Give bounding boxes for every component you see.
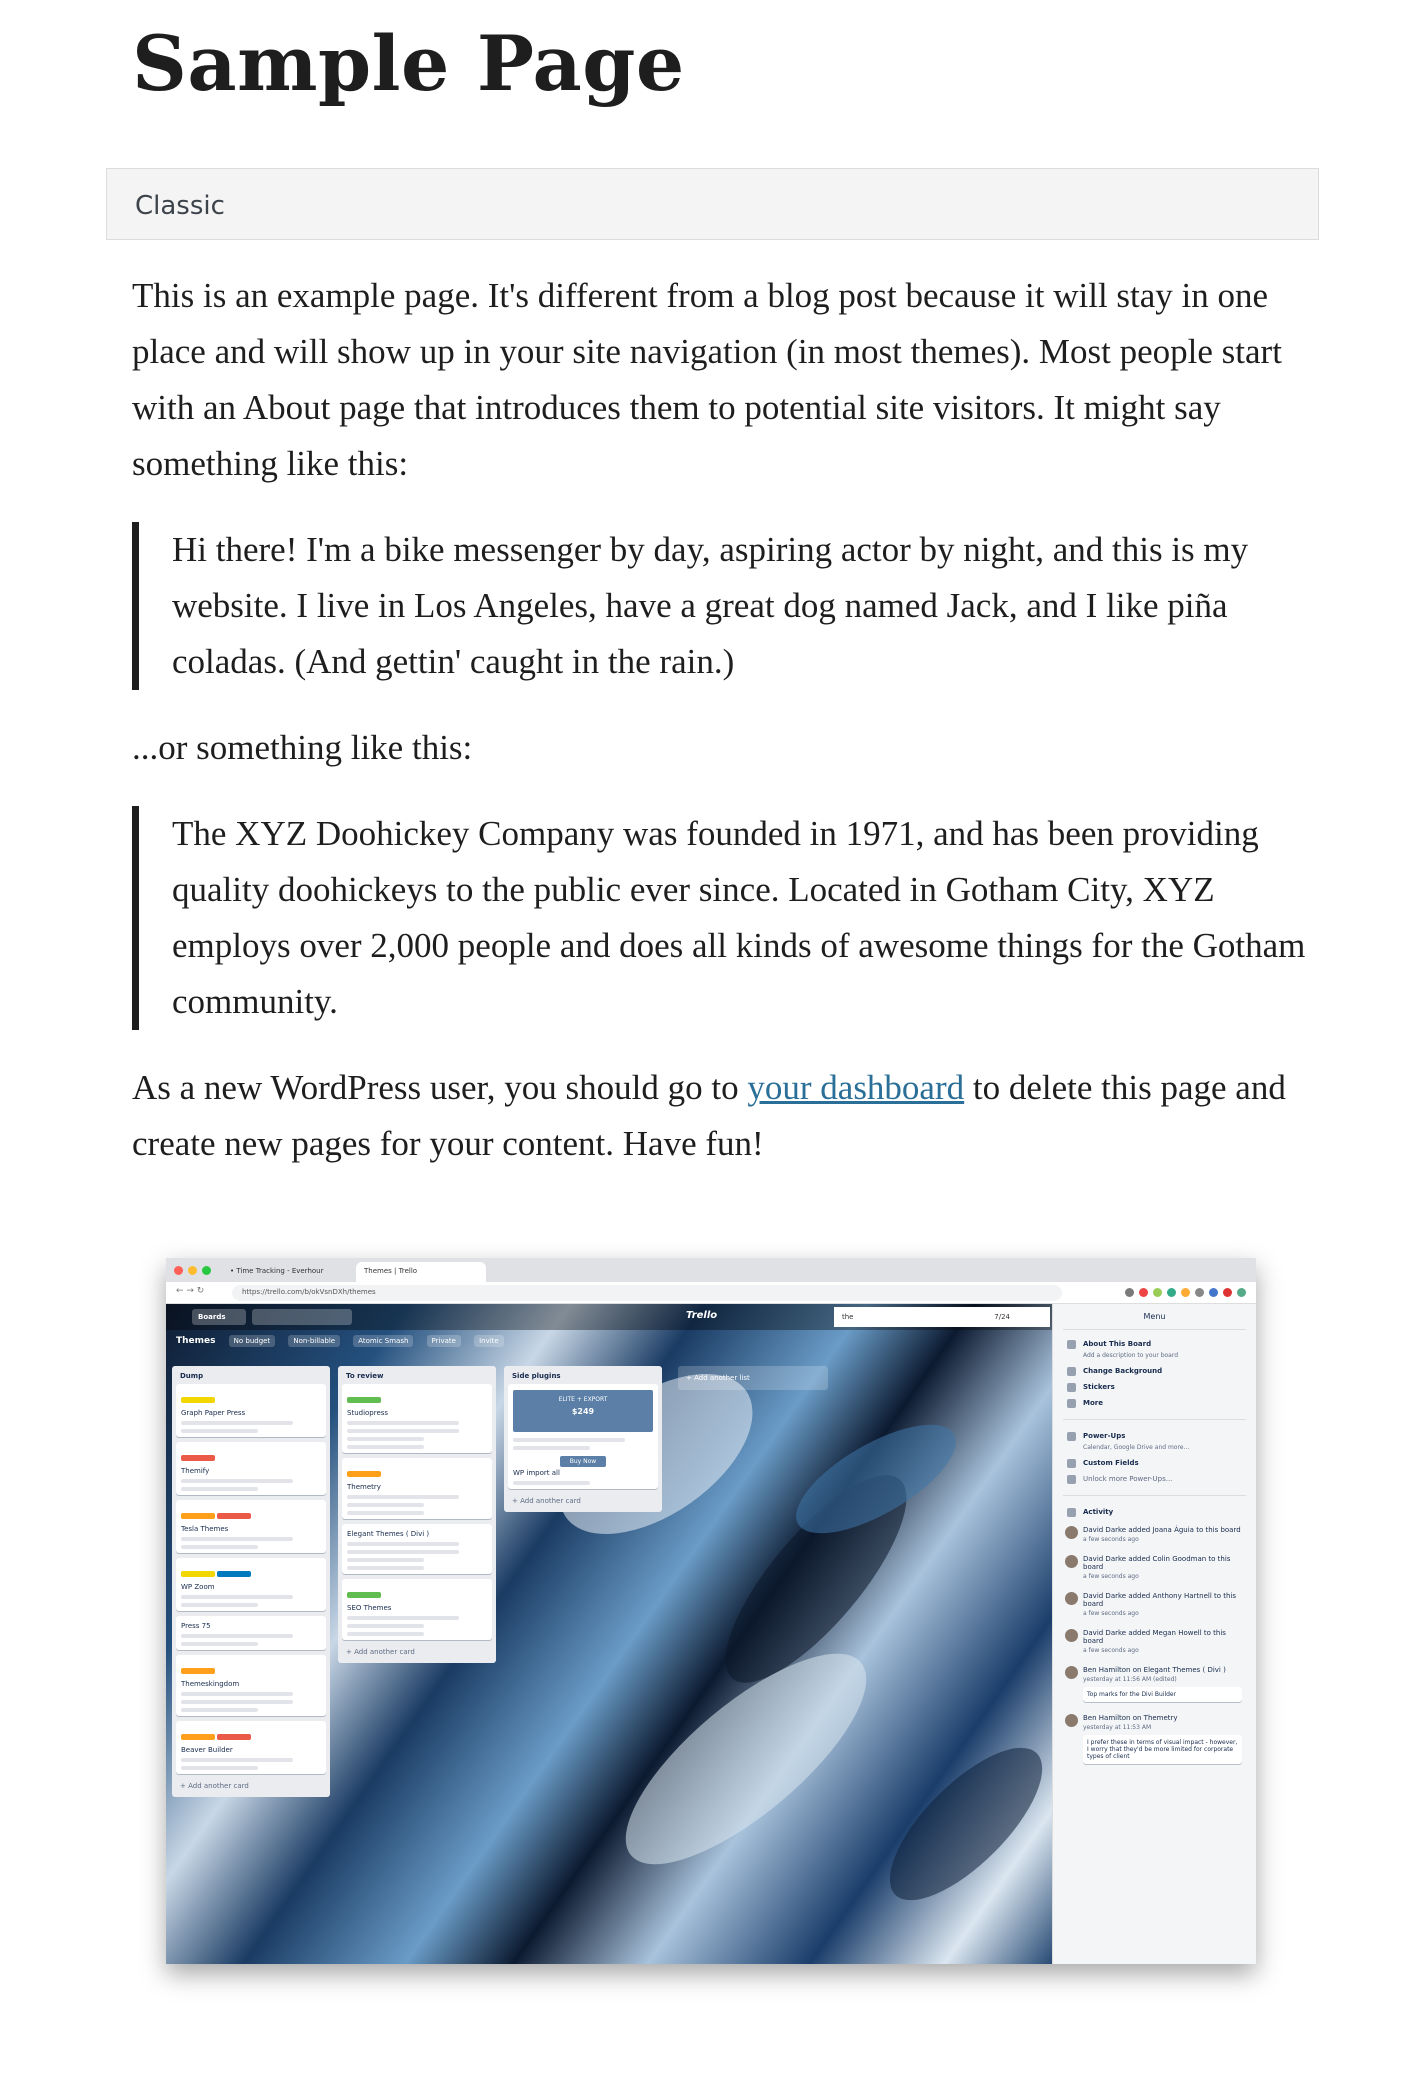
activity-item: David Darke added Anthony Hartnell to th… (1053, 1586, 1256, 1623)
list-card: Themify (176, 1442, 326, 1495)
list-to-review: To review Studiopress Themetry Elegant T… (338, 1366, 496, 1663)
badge-invite: Invite (474, 1335, 504, 1347)
activity-heading: Activity (1053, 1504, 1256, 1520)
menu-item-more: More (1053, 1395, 1256, 1411)
trello-screenshot-image[interactable]: • Time Tracking - Everhour Themes | Trel… (166, 1258, 1256, 1964)
menu-item-about: About This Board (1053, 1336, 1256, 1352)
classic-block-toolbar[interactable]: Classic (106, 168, 1319, 240)
browser-tab-trello: Themes | Trello (356, 1262, 486, 1282)
maximize-window-icon (202, 1266, 211, 1275)
list-card: Elegant Themes ( Divi ) (342, 1524, 492, 1574)
menu-item-custom-fields: Custom Fields (1053, 1455, 1256, 1471)
activity-item: Ben Hamilton on Themetry yesterday at 11:… (1053, 1708, 1256, 1770)
or-paragraph: ...or something like this: (132, 728, 473, 767)
menu-item-power-ups: Power-Ups (1053, 1428, 1256, 1444)
add-card-link: + Add another card (512, 1497, 581, 1505)
badge-non-billable: Non-billable (288, 1335, 341, 1347)
page-title: Sample Page (132, 19, 685, 108)
dashboard-link[interactable]: your dashboard (747, 1068, 964, 1107)
board-search-icon (252, 1309, 352, 1325)
list-card: ELITE + EXPORT $249 Buy Now WP import al… (508, 1384, 658, 1489)
badge-private: Private (426, 1335, 461, 1347)
board-menu-panel: Menu About This Board Add a description … (1052, 1304, 1256, 1964)
list-card: Tesla Themes (176, 1500, 326, 1553)
quote-bike-messenger-text: Hi there! I'm a bike messenger by day, a… (172, 530, 1249, 681)
page-content[interactable]: This is an example page. It's different … (132, 268, 1312, 1202)
menu-item-stickers: Stickers (1053, 1379, 1256, 1395)
boards-button: Boards (192, 1309, 246, 1325)
promo-banner: ELITE + EXPORT $249 (513, 1390, 653, 1432)
classic-block-label: Classic (135, 191, 225, 221)
find-in-page-box: the 7/24 (834, 1307, 1050, 1327)
badge-atomic-smash: Atomic Smash (353, 1335, 414, 1347)
list-dump: Dump Graph Paper Press Themify Tesla The… (172, 1366, 330, 1797)
activity-item: David Darke added Joana Águia to this bo… (1053, 1520, 1256, 1549)
menu-item-background: Change Background (1053, 1363, 1256, 1379)
list-card: Beaver Builder (176, 1721, 326, 1774)
add-card-link: + Add another card (180, 1782, 249, 1790)
list-card: SEO Themes (342, 1579, 492, 1640)
list-card: Themeskingdom (176, 1655, 326, 1716)
menu-title: Menu (1063, 1304, 1246, 1330)
list-title: Side plugins (512, 1372, 561, 1380)
quote-bike-messenger: Hi there! I'm a bike messenger by day, a… (132, 522, 1312, 690)
close-window-icon (174, 1266, 183, 1275)
board-title: Themes (176, 1336, 216, 1346)
find-count: 7/24 (994, 1313, 1010, 1321)
list-card: Themetry (342, 1458, 492, 1519)
list-card: Studiopress (342, 1384, 492, 1453)
closing-paragraph: As a new WordPress user, you should go t… (132, 1060, 1312, 1172)
trello-top-bar: Boards Trello the 7/24 (166, 1304, 1052, 1330)
browser-extension-icons (1125, 1288, 1246, 1297)
activity-item: David Darke added Megan Howell to this b… (1053, 1623, 1256, 1660)
browser-tab-strip: • Time Tracking - Everhour Themes | Trel… (166, 1258, 1256, 1282)
list-title: Dump (180, 1372, 204, 1380)
closing-text-before: As a new WordPress user, you should go t… (132, 1068, 748, 1107)
find-text: the (842, 1313, 854, 1321)
buy-now-button: Buy Now (560, 1456, 606, 1467)
quote-xyz-company: The XYZ Doohickey Company was founded in… (132, 806, 1312, 1030)
list-side-plugins: Side plugins ELITE + EXPORT $249 Buy Now… (504, 1366, 662, 1512)
url-field: https://trello.com/b/okVsnDXh/themes (232, 1285, 1062, 1301)
browser-tab-everhour: • Time Tracking - Everhour (230, 1267, 324, 1275)
trello-logo: Trello (686, 1310, 718, 1321)
browser-address-bar: ← → ↻ https://trello.com/b/okVsnDXh/them… (166, 1282, 1256, 1304)
activity-item: David Darke added Colin Goodman to this … (1053, 1549, 1256, 1586)
nav-arrows-icon: ← → ↻ (176, 1286, 205, 1296)
activity-item: Ben Hamilton on Elegant Themes ( Divi ) y… (1053, 1660, 1256, 1708)
trello-board: Boards Trello the 7/24 Themes No budget … (166, 1304, 1065, 1964)
add-card-link: + Add another card (346, 1648, 415, 1656)
quote-xyz-company-text: The XYZ Doohickey Company was founded in… (172, 814, 1306, 1021)
list-title: To review (346, 1372, 384, 1380)
board-header: Themes No budget Non-billable Atomic Sma… (176, 1335, 504, 1347)
add-list-button: + Add another list (678, 1366, 828, 1390)
list-card: Press 75 (176, 1616, 326, 1650)
badge-no-budget: No budget (228, 1335, 276, 1347)
menu-item-unlock-power-ups: Unlock more Power-Ups... (1053, 1471, 1256, 1487)
list-card: WP Zoom (176, 1558, 326, 1611)
intro-paragraph: This is an example page. It's different … (132, 276, 1282, 483)
minimize-window-icon (188, 1266, 197, 1275)
list-card: Graph Paper Press (176, 1384, 326, 1437)
